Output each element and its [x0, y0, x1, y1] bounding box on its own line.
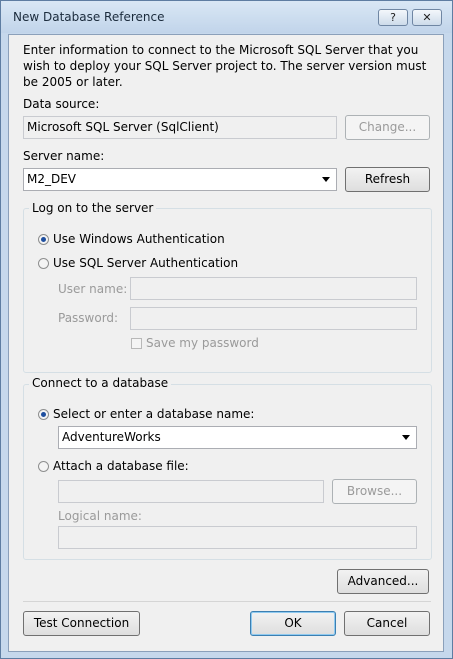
attach-db-label[interactable]: Attach a database file: [53, 459, 189, 473]
test-connection-button[interactable]: Test Connection [23, 611, 140, 636]
database-name-combobox[interactable]: AdventureWorks [58, 426, 417, 449]
intro-text: Enter information to connect to the Micr… [23, 43, 427, 89]
user-name-label: User name: [58, 282, 128, 296]
save-password-label: Save my password [146, 336, 259, 350]
change-button[interactable]: Change... [345, 115, 430, 140]
chevron-down-icon[interactable] [402, 435, 410, 440]
close-button[interactable]: ✕ [412, 9, 442, 26]
database-name-value: AdventureWorks [62, 430, 161, 444]
dialog-window: New Database Reference ? ✕ Enter informa… [0, 0, 453, 659]
data-source-label: Data source: [23, 97, 100, 111]
logical-name-label: Logical name: [58, 509, 142, 523]
user-name-field [130, 277, 417, 300]
select-db-label[interactable]: Select or enter a database name: [53, 407, 254, 421]
data-source-field: Microsoft SQL Server (SqlClient) [23, 116, 337, 139]
select-db-radio[interactable] [38, 409, 49, 420]
save-password-checkbox [131, 338, 142, 349]
server-name-combobox[interactable]: M2_DEV [23, 168, 337, 191]
dialog-client-area: Enter information to connect to the Micr… [8, 34, 444, 652]
password-field [130, 307, 417, 330]
advanced-button[interactable]: Advanced... [337, 569, 429, 594]
logon-group-title: Log on to the server [29, 201, 157, 215]
sql-auth-radio[interactable] [38, 258, 49, 269]
window-title: New Database Reference [13, 10, 165, 24]
help-button[interactable]: ? [378, 9, 408, 26]
help-icon: ? [390, 11, 396, 24]
windows-auth-radio[interactable] [38, 234, 49, 245]
server-name-value: M2_DEV [27, 172, 77, 186]
ok-button[interactable]: OK [250, 611, 336, 636]
password-label: Password: [58, 311, 119, 325]
database-group-title: Connect to a database [29, 376, 172, 390]
title-bar: New Database Reference ? ✕ [1, 1, 452, 33]
chevron-down-icon[interactable] [322, 177, 330, 182]
sql-auth-label[interactable]: Use SQL Server Authentication [53, 256, 238, 270]
server-name-label: Server name: [23, 149, 105, 163]
logical-name-field [58, 526, 417, 549]
close-icon: ✕ [422, 11, 432, 24]
cancel-button[interactable]: Cancel [344, 611, 430, 636]
attach-db-file-field [58, 480, 324, 503]
divider [23, 601, 431, 602]
attach-db-radio[interactable] [38, 461, 49, 472]
windows-auth-label[interactable]: Use Windows Authentication [53, 232, 225, 246]
browse-button: Browse... [332, 479, 417, 504]
refresh-button[interactable]: Refresh [345, 167, 430, 192]
